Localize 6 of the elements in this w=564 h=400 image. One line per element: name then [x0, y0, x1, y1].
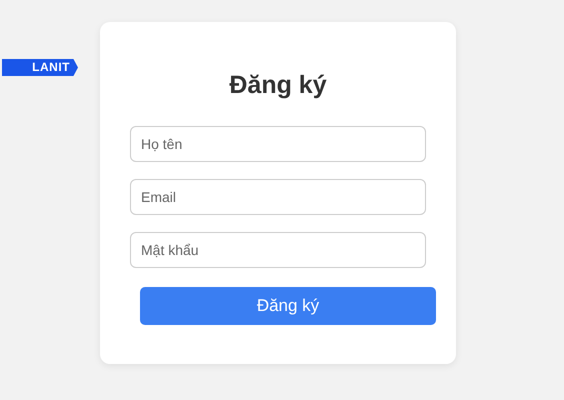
- input-field[interactable]: Mật khẩu: [130, 232, 426, 268]
- logo-badge: LANIT: [2, 59, 78, 76]
- form-title: Đăng ký: [228, 70, 328, 100]
- submit-button[interactable]: Đăng ký: [140, 287, 436, 325]
- input-field[interactable]: Email: [130, 179, 426, 215]
- input-field[interactable]: Họ tên: [130, 126, 426, 162]
